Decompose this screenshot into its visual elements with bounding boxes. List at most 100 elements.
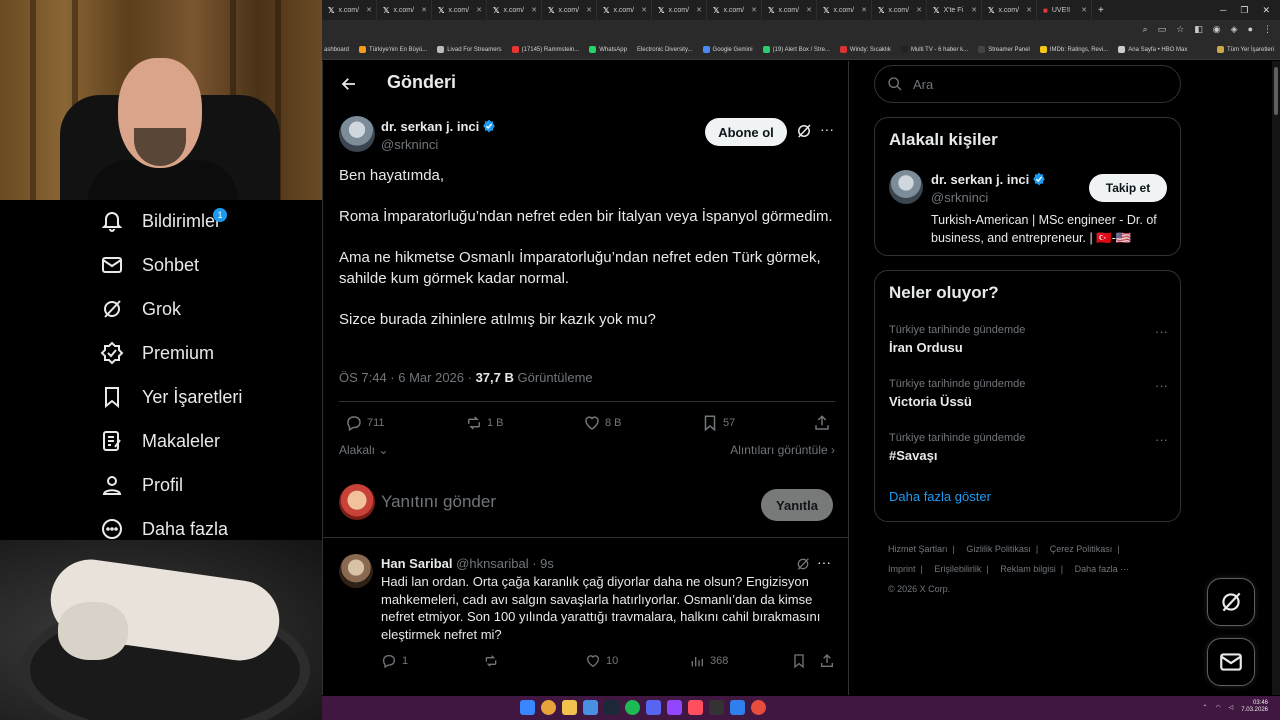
bookmark-item[interactable]: Electronic Diversity... — [637, 47, 693, 53]
related-avatar[interactable] — [889, 170, 923, 204]
chrome-icon[interactable] — [541, 700, 556, 715]
extension-icon[interactable]: ◉ — [1213, 24, 1221, 35]
bookmark-item[interactable]: (17145) Rammstein... — [511, 46, 579, 53]
app-icon[interactable] — [688, 700, 703, 715]
messages-floating-button[interactable] — [1207, 638, 1255, 686]
discord-icon[interactable] — [646, 700, 661, 715]
close-icon[interactable]: ✕ — [751, 6, 757, 14]
spotify-icon[interactable] — [625, 700, 640, 715]
more-options-icon[interactable]: ··· — [817, 122, 837, 142]
all-bookmarks-folder[interactable]: Tüm Yer İşaretleri — [1216, 46, 1274, 53]
close-icon[interactable]: ✕ — [1081, 6, 1087, 14]
browser-tab[interactable]: ■ UVE!I ✕ — [1037, 0, 1092, 20]
speaker-icon[interactable]: ◁ — [1229, 704, 1234, 711]
close-icon[interactable]: ✕ — [861, 6, 867, 14]
close-icon[interactable]: ✕ — [586, 6, 592, 14]
chevron-up-icon[interactable]: ⌃ — [1202, 704, 1207, 711]
app-icon[interactable] — [751, 700, 766, 715]
repost-button[interactable] — [483, 653, 504, 669]
app-icon[interactable] — [709, 700, 724, 715]
bookmark-item[interactable]: IMDb: Ratings, Revi... — [1039, 46, 1108, 53]
browser-tab[interactable]: 𝕏x.com/✕ — [487, 0, 542, 20]
reply-button[interactable]: 1 — [381, 653, 408, 669]
close-icon[interactable]: ✕ — [971, 6, 977, 14]
follow-button[interactable]: Takip et — [1089, 174, 1167, 202]
footer-link[interactable]: Reklam bilgisi — [1000, 564, 1056, 574]
footer-link[interactable]: Daha fazla ··· — [1075, 564, 1130, 574]
trend-item[interactable]: Türkiye tarihinde gündemde İran Ordusu ·… — [889, 324, 1174, 364]
views-button[interactable]: 368 — [689, 653, 728, 669]
more-options-icon[interactable]: ··· — [1155, 324, 1168, 339]
close-window-icon[interactable]: ✕ — [1262, 5, 1270, 16]
browser-tab[interactable]: 𝕏x.com/✕ — [652, 0, 707, 20]
trend-item[interactable]: Türkiye tarihinde gündemde #Savaşı ··· — [889, 432, 1174, 472]
close-icon[interactable]: ✕ — [916, 6, 922, 14]
bookmark-item[interactable]: Multi TV - 6 haber k... — [900, 46, 968, 53]
browser-tab[interactable]: 𝕏x.com/✕ — [322, 0, 377, 20]
nav-item-grok[interactable]: Grok — [100, 289, 181, 329]
reply-input[interactable]: Yanıtını gönder — [381, 492, 741, 512]
share-button[interactable] — [819, 653, 835, 669]
close-icon[interactable]: ✕ — [806, 6, 812, 14]
related-name[interactable]: dr. serkan j. inci — [931, 172, 1046, 187]
browser-tab[interactable]: 𝕏x.com/✕ — [982, 0, 1037, 20]
footer-link[interactable]: Çerez Politikası — [1050, 544, 1113, 554]
zoom-icon[interactable]: ⌕ — [1143, 24, 1148, 35]
bookmark-button[interactable] — [791, 653, 807, 669]
more-options-icon[interactable]: ··· — [817, 554, 831, 570]
timestamp-link[interactable]: ÖS 7:44 · 6 Mar 2026 · — [339, 370, 476, 385]
bookmark-item[interactable]: Livad For Streamers — [437, 46, 502, 53]
like-button[interactable]: 10 — [585, 653, 618, 669]
bookmark-item[interactable]: Ana Sayfa • HBO Max — [1118, 46, 1187, 53]
footer-link[interactable]: Gizlilik Politikası — [966, 544, 1031, 554]
menu-icon[interactable]: ⋮ — [1263, 24, 1272, 35]
footer-link[interactable]: Hizmet Şartları — [888, 544, 948, 554]
nav-item-chat[interactable]: Sohbet — [100, 245, 199, 285]
extension-icon[interactable]: ◈ — [1231, 24, 1238, 35]
like-button[interactable]: 8 B — [583, 414, 622, 432]
minimize-icon[interactable]: ─ — [1220, 5, 1226, 16]
steam-icon[interactable] — [604, 700, 619, 715]
share-button[interactable] — [813, 414, 831, 432]
bookmark-item[interactable]: Streamer Panel — [978, 46, 1030, 53]
more-options-icon[interactable]: ··· — [1155, 432, 1168, 447]
bookmark-button[interactable]: 57 — [701, 414, 735, 432]
extension-icon[interactable]: ◧ — [1194, 24, 1203, 35]
subscribe-button[interactable]: Abone ol — [705, 118, 787, 146]
browser-tab[interactable]: 𝕏x.com/✕ — [542, 0, 597, 20]
back-button[interactable] — [337, 72, 361, 96]
browser-tab[interactable]: 𝕏x.com/✕ — [432, 0, 487, 20]
related-handle[interactable]: @srkninci — [931, 190, 988, 205]
wifi-icon[interactable]: ◠ — [1215, 704, 1220, 711]
grok-explain-button[interactable] — [795, 122, 815, 142]
browser-tab-active[interactable]: 𝕏 X'te Fi ✕ — [927, 0, 982, 20]
bookmark-item[interactable]: Google Gemini — [702, 46, 753, 53]
view-quotes-link[interactable]: Alıntıları görüntüle › — [730, 443, 835, 457]
bookmark-item[interactable]: ashboard — [324, 47, 349, 53]
maximize-icon[interactable]: ❐ — [1240, 5, 1248, 16]
search-input[interactable]: Ara — [874, 65, 1181, 103]
nav-item-bookmarks[interactable]: Yer İşaretleri — [100, 377, 242, 417]
app-icon[interactable] — [730, 700, 745, 715]
bookmark-item[interactable]: (19) Alert Box / Stre... — [762, 46, 830, 53]
author-handle[interactable]: @srkninci — [381, 137, 438, 152]
reply-author-avatar[interactable] — [339, 554, 373, 588]
sort-dropdown[interactable]: Alakalı ⌄ — [339, 443, 388, 457]
reply-button[interactable]: 711 — [345, 414, 385, 432]
start-button-icon[interactable] — [520, 700, 535, 715]
bookmark-item[interactable]: Windy: Sıcaklık — [839, 46, 891, 53]
browser-tab[interactable]: 𝕏x.com/✕ — [762, 0, 817, 20]
cast-icon[interactable]: ▭ — [1158, 24, 1167, 35]
user-avatar[interactable] — [339, 484, 375, 520]
star-icon[interactable]: ☆ — [1176, 24, 1184, 35]
clock[interactable]: 03:46 7.03.2026 — [1241, 700, 1268, 714]
repost-button[interactable]: 1 B — [465, 414, 504, 432]
close-icon[interactable]: ✕ — [1026, 6, 1032, 14]
grok-explain-button[interactable] — [795, 556, 811, 572]
trend-item[interactable]: Türkiye tarihinde gündemde Victoria Üssü… — [889, 378, 1174, 418]
close-icon[interactable]: ✕ — [531, 6, 537, 14]
app-icon[interactable] — [583, 700, 598, 715]
browser-tab[interactable]: 𝕏x.com/✕ — [817, 0, 872, 20]
page-scrollbar[interactable] — [1272, 61, 1280, 695]
more-options-icon[interactable]: ··· — [1155, 378, 1168, 393]
